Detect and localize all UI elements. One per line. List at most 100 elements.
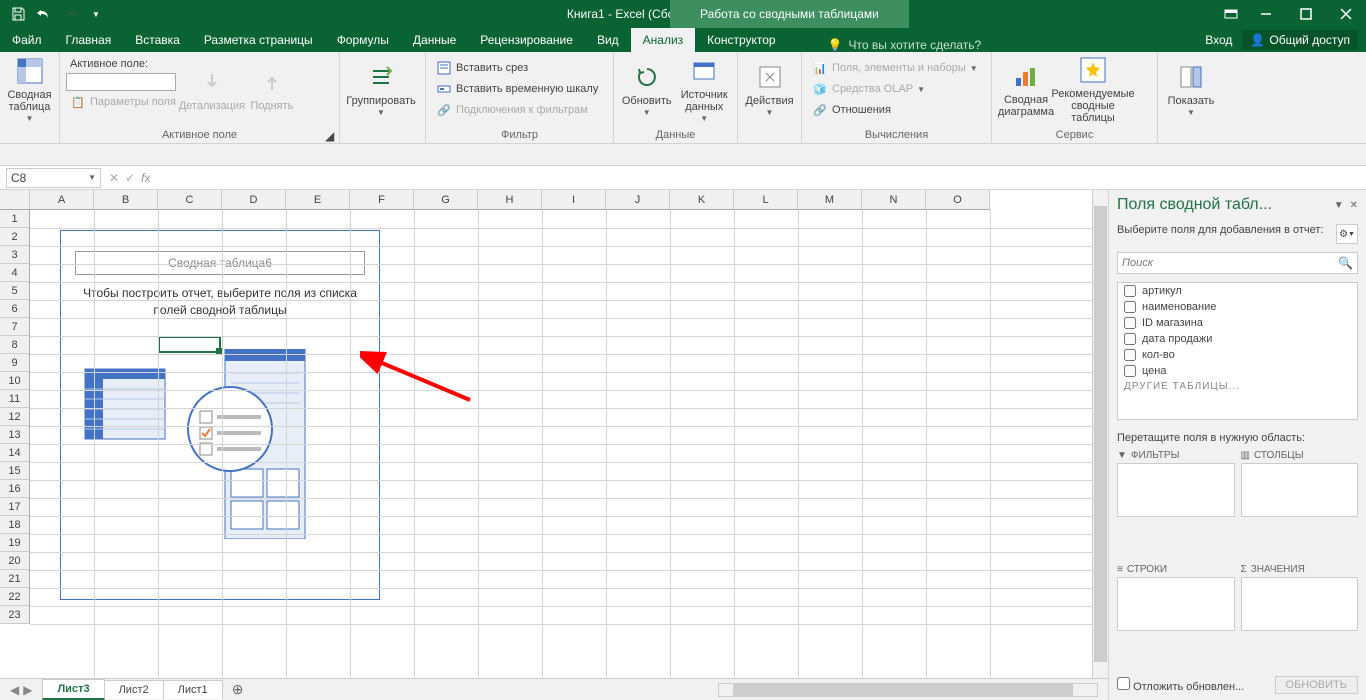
tab-design[interactable]: Конструктор (695, 28, 787, 52)
share-button[interactable]: 👤 Общий доступ (1242, 30, 1358, 50)
calc-fields-button[interactable]: 📊Поля, элементы и наборы ▼ (808, 58, 982, 78)
tab-page-layout[interactable]: Разметка страницы (192, 28, 325, 52)
tab-data[interactable]: Данные (401, 28, 468, 52)
field-list-item[interactable]: артикул (1118, 283, 1357, 299)
field-search-box[interactable]: 🔍 (1117, 252, 1358, 274)
olap-tools-button[interactable]: 🧊Средства OLAP ▼ (808, 79, 982, 99)
row-header[interactable]: 11 (0, 390, 29, 408)
field-checkbox[interactable] (1124, 285, 1136, 297)
row-header[interactable]: 3 (0, 246, 29, 264)
column-header[interactable]: B (94, 190, 158, 209)
field-checkbox[interactable] (1124, 365, 1136, 377)
tab-review[interactable]: Рецензирование (468, 28, 585, 52)
data-source-button[interactable]: Источник данных▼ (678, 54, 732, 124)
show-button[interactable]: Показать▼ (1164, 54, 1218, 124)
tab-formulas[interactable]: Формулы (325, 28, 401, 52)
cancel-formula-icon[interactable]: ✕ (109, 171, 119, 185)
fx-icon[interactable]: fx (141, 171, 150, 185)
sheet-nav-prev[interactable]: ◀ (10, 683, 19, 697)
row-header[interactable]: 5 (0, 282, 29, 300)
actions-button[interactable]: Действия▼ (744, 54, 795, 124)
defer-update-checkbox[interactable]: Отложить обновлен... (1117, 677, 1244, 693)
field-pane-layout-button[interactable]: ⚙ ▼ (1336, 224, 1358, 244)
qat-customize-icon[interactable]: ▼ (84, 2, 108, 26)
row-header[interactable]: 18 (0, 516, 29, 534)
active-cell[interactable] (158, 336, 221, 353)
sheet-tab[interactable]: Лист1 (163, 680, 223, 699)
spreadsheet-grid[interactable]: ABCDEFGHIJKLMNO 123456789101112131415161… (0, 190, 1108, 678)
field-list-item[interactable]: ID магазина (1118, 315, 1357, 331)
row-header[interactable]: 8 (0, 336, 29, 354)
column-header[interactable]: N (862, 190, 926, 209)
pivot-table-placeholder[interactable]: Сводная таблица6 Чтобы построить отчет, … (60, 230, 380, 600)
undo-icon[interactable] (32, 2, 56, 26)
column-header[interactable]: J (606, 190, 670, 209)
column-header[interactable]: E (286, 190, 350, 209)
tab-view[interactable]: Вид (585, 28, 631, 52)
recommended-pivot-button[interactable]: Рекомендуемые сводные таблицы (1058, 54, 1128, 124)
column-header[interactable]: I (542, 190, 606, 209)
vertical-scrollbar[interactable] (1092, 190, 1108, 678)
columns-drop-area[interactable] (1241, 463, 1359, 517)
sheet-tab[interactable]: Лист3 (42, 679, 104, 700)
horizontal-scrollbar[interactable] (718, 683, 1098, 697)
relationships-button[interactable]: 🔗Отношения (808, 100, 982, 120)
insert-timeline-button[interactable]: Вставить временную шкалу (432, 79, 602, 99)
other-tables-link[interactable]: ДРУГИЕ ТАБЛИЦЫ... (1118, 379, 1357, 394)
pane-close-icon[interactable]: ✕ (1350, 200, 1358, 211)
maximize-button[interactable] (1286, 0, 1326, 28)
row-header[interactable]: 12 (0, 408, 29, 426)
row-header[interactable]: 20 (0, 552, 29, 570)
close-button[interactable] (1326, 0, 1366, 28)
redo-icon[interactable] (58, 2, 82, 26)
group-dialog-launcher[interactable]: ◢ (325, 129, 337, 141)
group-button[interactable]: Группировать ▼ (346, 54, 416, 124)
row-header[interactable]: 4 (0, 264, 29, 282)
sheet-tab[interactable]: Лист2 (104, 680, 164, 699)
tab-analyze[interactable]: Анализ (631, 28, 696, 52)
column-header[interactable]: M (798, 190, 862, 209)
accept-formula-icon[interactable]: ✓ (125, 171, 135, 185)
row-header[interactable]: 17 (0, 498, 29, 516)
field-checkbox[interactable] (1124, 301, 1136, 313)
select-all-corner[interactable] (0, 190, 30, 210)
active-field-input[interactable] (66, 73, 176, 91)
column-header[interactable]: D (222, 190, 286, 209)
row-header[interactable]: 10 (0, 372, 29, 390)
row-header[interactable]: 22 (0, 588, 29, 606)
save-icon[interactable] (6, 2, 30, 26)
column-header[interactable]: H (478, 190, 542, 209)
pivot-table-button[interactable]: Сводная таблица ▼ (6, 54, 53, 124)
sheet-nav-next[interactable]: ▶ (23, 683, 32, 697)
row-header[interactable]: 7 (0, 318, 29, 336)
tell-me-search[interactable]: 💡 (828, 38, 1009, 52)
column-header[interactable]: K (670, 190, 734, 209)
filters-drop-area[interactable] (1117, 463, 1235, 517)
name-box[interactable]: C8▼ (6, 168, 101, 188)
row-header[interactable]: 1 (0, 210, 29, 228)
formula-input[interactable] (158, 168, 1366, 188)
insert-slicer-button[interactable]: Вставить срез (432, 58, 602, 78)
column-header[interactable]: G (414, 190, 478, 209)
column-header[interactable]: F (350, 190, 414, 209)
row-header[interactable]: 9 (0, 354, 29, 372)
field-list-item[interactable]: цена (1118, 363, 1357, 379)
sign-in-link[interactable]: Вход (1205, 33, 1232, 47)
row-header[interactable]: 2 (0, 228, 29, 246)
tell-me-input[interactable] (849, 38, 1009, 52)
row-header[interactable]: 21 (0, 570, 29, 588)
field-checkbox[interactable] (1124, 333, 1136, 345)
field-checkbox[interactable] (1124, 349, 1136, 361)
tab-insert[interactable]: Вставка (123, 28, 192, 52)
row-header[interactable]: 14 (0, 444, 29, 462)
values-drop-area[interactable] (1241, 577, 1359, 631)
column-header[interactable]: L (734, 190, 798, 209)
row-header[interactable]: 19 (0, 534, 29, 552)
ribbon-display-icon[interactable] (1216, 0, 1246, 28)
filter-connections-button[interactable]: 🔗Подключения к фильтрам (432, 100, 602, 120)
update-button[interactable]: ОБНОВИТЬ (1275, 676, 1358, 694)
field-list-item[interactable]: наименование (1118, 299, 1357, 315)
refresh-button[interactable]: Обновить▼ (620, 54, 674, 124)
column-header[interactable]: O (926, 190, 990, 209)
row-header[interactable]: 13 (0, 426, 29, 444)
